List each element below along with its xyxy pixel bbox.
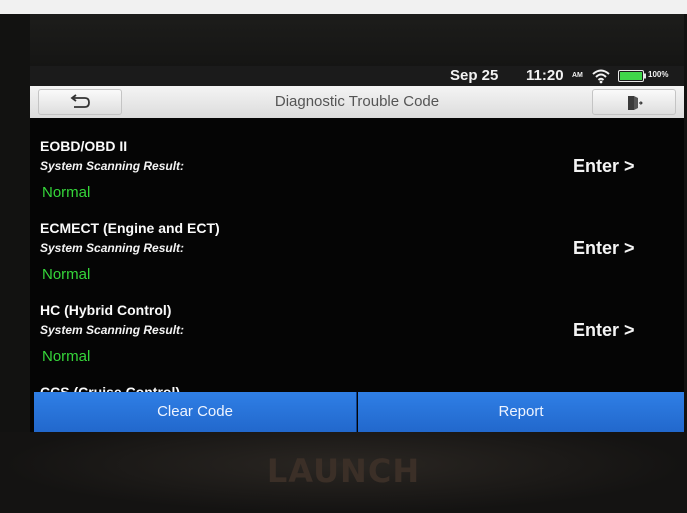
scan-result-label: System Scanning Result: xyxy=(40,323,185,337)
action-bar: Clear Code Report xyxy=(34,392,684,432)
clear-code-button[interactable]: Clear Code xyxy=(34,392,357,432)
status-time: 11:20 xyxy=(526,67,564,84)
device-bezel-top xyxy=(0,14,687,66)
back-button[interactable] xyxy=(38,89,122,115)
exit-icon xyxy=(628,96,643,110)
system-item[interactable]: HC (Hybrid Control) System Scanning Resu… xyxy=(30,301,684,383)
scan-status: Normal xyxy=(42,348,91,365)
status-bar: Sep 25 11:20 AM 100% xyxy=(30,66,684,86)
status-date: Sep 25 xyxy=(450,67,499,84)
system-item[interactable]: ECMECT (Engine and ECT) System Scanning … xyxy=(30,219,684,301)
enter-button[interactable]: Enter > xyxy=(573,320,635,341)
back-arrow-icon xyxy=(70,94,90,108)
enter-button[interactable]: Enter > xyxy=(573,156,635,177)
battery-icon xyxy=(618,70,646,82)
report-button[interactable]: Report xyxy=(358,392,684,432)
system-item[interactable]: EOBD/OBD II System Scanning Result: Norm… xyxy=(30,137,684,219)
title-bar: Diagnostic Trouble Code xyxy=(30,86,684,118)
status-ampm: AM xyxy=(572,72,583,79)
scan-result-label: System Scanning Result: xyxy=(40,241,185,255)
system-list: EOBD/OBD II System Scanning Result: Norm… xyxy=(30,118,684,393)
system-name: EOBD/OBD II xyxy=(40,138,128,154)
scan-result-label: System Scanning Result: xyxy=(40,159,185,173)
battery-percent: 100% xyxy=(648,70,669,79)
enter-button[interactable]: Enter > xyxy=(573,238,635,259)
device-screen: Sep 25 11:20 AM 100% Diagnostic Trouble … xyxy=(30,66,684,432)
wifi-icon xyxy=(592,69,610,84)
scan-status: Normal xyxy=(42,266,91,283)
device-brand-logo: LAUNCH xyxy=(266,452,421,490)
page-title: Diagnostic Trouble Code xyxy=(274,93,440,110)
photo-background-strip xyxy=(0,0,687,14)
exit-button[interactable] xyxy=(592,89,676,115)
system-name: ECMECT (Engine and ECT) xyxy=(40,220,220,236)
system-name: HC (Hybrid Control) xyxy=(40,302,172,318)
scan-status: Normal xyxy=(42,184,91,201)
